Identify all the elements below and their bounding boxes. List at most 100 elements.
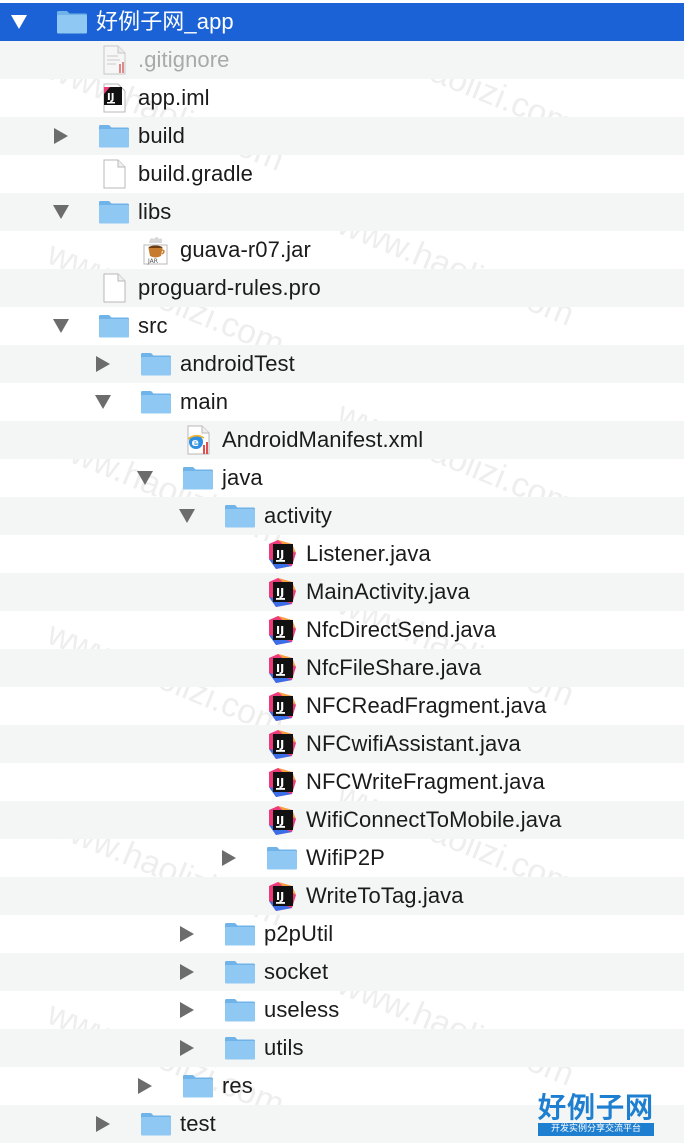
chevron-right-icon[interactable] <box>176 915 198 953</box>
svg-text:IJ: IJ <box>276 776 284 789</box>
tree-item-label: res <box>222 1073 253 1098</box>
tree-row[interactable]: IJ Listener.java <box>0 535 684 573</box>
svg-text:IJ: IJ <box>276 548 284 561</box>
tree-row[interactable]: JAR guava-r07.jar <box>0 231 684 269</box>
tree-row[interactable]: utils <box>0 1029 684 1067</box>
tree-item-label: useless <box>264 997 340 1022</box>
folder-icon <box>98 307 130 345</box>
folder-icon <box>182 459 214 497</box>
tree-row[interactable]: build <box>0 117 684 155</box>
chevron-down-icon[interactable] <box>8 3 30 41</box>
folder-icon <box>140 383 172 421</box>
tree-row[interactable]: .gitignore <box>0 41 684 79</box>
tree-row[interactable]: activity <box>0 497 684 535</box>
tree-item-label: NFCWriteFragment.java <box>306 769 545 794</box>
folder-icon <box>224 497 256 535</box>
tree-item-label: NFCwifiAssistant.java <box>306 731 521 756</box>
intellij-java-file-icon: IJ <box>266 763 298 801</box>
intellij-java-file-icon: IJ <box>266 649 298 687</box>
tree-item-label: WriteToTag.java <box>306 883 464 908</box>
tree-row[interactable]: IJ app.iml <box>0 79 684 117</box>
chevron-down-icon[interactable] <box>176 497 198 535</box>
tree-item-label: build.gradle <box>138 161 253 186</box>
intellij-java-file-icon: IJ <box>266 611 298 649</box>
chevron-down-icon[interactable] <box>134 459 156 497</box>
tree-item-label: NFCReadFragment.java <box>306 693 547 718</box>
tree-item-label: NfcFileShare.java <box>306 655 482 680</box>
folder-icon <box>266 839 298 877</box>
svg-text:IJ: IJ <box>276 624 284 637</box>
chevron-right-icon[interactable] <box>92 1105 114 1143</box>
folder-icon <box>98 193 130 231</box>
tree-row[interactable]: libs <box>0 193 684 231</box>
chevron-right-icon[interactable] <box>134 1067 156 1105</box>
tree-item-label: app.iml <box>138 85 210 110</box>
tree-row[interactable]: IJ WifiConnectToMobile.java <box>0 801 684 839</box>
tree-item-label: src <box>138 313 168 338</box>
tree-item-label: 好例子网_app <box>96 9 234 34</box>
tree-row[interactable]: IJ WriteToTag.java <box>0 877 684 915</box>
chevron-down-icon[interactable] <box>50 193 72 231</box>
intellij-module-icon: IJ <box>98 79 130 117</box>
blank-file-icon <box>98 269 130 307</box>
folder-icon <box>98 117 130 155</box>
tree-row[interactable]: src <box>0 307 684 345</box>
tree-item-label: NfcDirectSend.java <box>306 617 497 642</box>
tree-row[interactable]: e AndroidManifest.xml <box>0 421 684 459</box>
tree-item-label: WifiP2P <box>306 845 385 870</box>
tree-row[interactable]: proguard-rules.pro <box>0 269 684 307</box>
intellij-java-file-icon: IJ <box>266 687 298 725</box>
tree-item-label: p2pUtil <box>264 921 334 946</box>
tree-row[interactable]: java <box>0 459 684 497</box>
tree-row[interactable]: androidTest <box>0 345 684 383</box>
tree-row[interactable]: useless <box>0 991 684 1029</box>
chevron-down-icon[interactable] <box>50 307 72 345</box>
folder-icon <box>140 345 172 383</box>
chevron-right-icon[interactable] <box>176 1029 198 1067</box>
tree-row[interactable]: main <box>0 383 684 421</box>
tree-item-label: utils <box>264 1035 304 1060</box>
tree-row[interactable]: WifiP2P <box>0 839 684 877</box>
tree-item-label: libs <box>138 199 172 224</box>
site-logo: 好例子网 开发实例分享交流平台 <box>537 1091 654 1136</box>
tree-item-label: Listener.java <box>306 541 431 566</box>
chevron-right-icon[interactable] <box>176 991 198 1029</box>
folder-icon <box>224 953 256 991</box>
intellij-java-file-icon: IJ <box>266 801 298 839</box>
tree-item-label: .gitignore <box>138 47 230 72</box>
svg-text:IJ: IJ <box>276 700 284 713</box>
tree-row[interactable]: build.gradle <box>0 155 684 193</box>
tree-row[interactable]: IJ NFCReadFragment.java <box>0 687 684 725</box>
folder-icon <box>224 991 256 1029</box>
tree-item-label: activity <box>264 503 333 528</box>
chevron-down-icon[interactable] <box>92 383 114 421</box>
chevron-right-icon[interactable] <box>218 839 240 877</box>
chevron-right-icon[interactable] <box>92 345 114 383</box>
chevron-right-icon[interactable] <box>50 117 72 155</box>
tree-item-label: guava-r07.jar <box>180 237 311 262</box>
svg-text:IJ: IJ <box>107 92 114 103</box>
tree-row[interactable]: IJ NfcFileShare.java <box>0 649 684 687</box>
tree-item-label: proguard-rules.pro <box>138 275 321 300</box>
tree-item-label: MainActivity.java <box>306 579 470 604</box>
tree-row[interactable]: 好例子网_app <box>0 3 684 41</box>
tree-row[interactable]: IJ NfcDirectSend.java <box>0 611 684 649</box>
folder-icon <box>224 915 256 953</box>
tree-row[interactable]: IJ NFCWriteFragment.java <box>0 763 684 801</box>
folder-icon <box>182 1067 214 1105</box>
tree-row[interactable]: IJ MainActivity.java <box>0 573 684 611</box>
svg-text:IJ: IJ <box>276 662 284 675</box>
intellij-java-file-icon: IJ <box>266 573 298 611</box>
logo-title: 好例子网 <box>537 1091 654 1124</box>
chevron-right-icon[interactable] <box>176 953 198 991</box>
tree-row[interactable]: p2pUtil <box>0 915 684 953</box>
tree-row[interactable]: socket <box>0 953 684 991</box>
blank-file-icon <box>98 155 130 193</box>
tree-row[interactable]: IJ NFCwifiAssistant.java <box>0 725 684 763</box>
jar-file-icon: JAR <box>140 231 172 269</box>
intellij-java-file-icon: IJ <box>266 535 298 573</box>
file-tree: 好例子网_app .gitignore IJ app.iml build bui… <box>0 3 684 1143</box>
svg-text:e: e <box>192 436 199 449</box>
intellij-java-file-icon: IJ <box>266 877 298 915</box>
logo-subtitle: 开发实例分享交流平台 <box>537 1123 654 1136</box>
